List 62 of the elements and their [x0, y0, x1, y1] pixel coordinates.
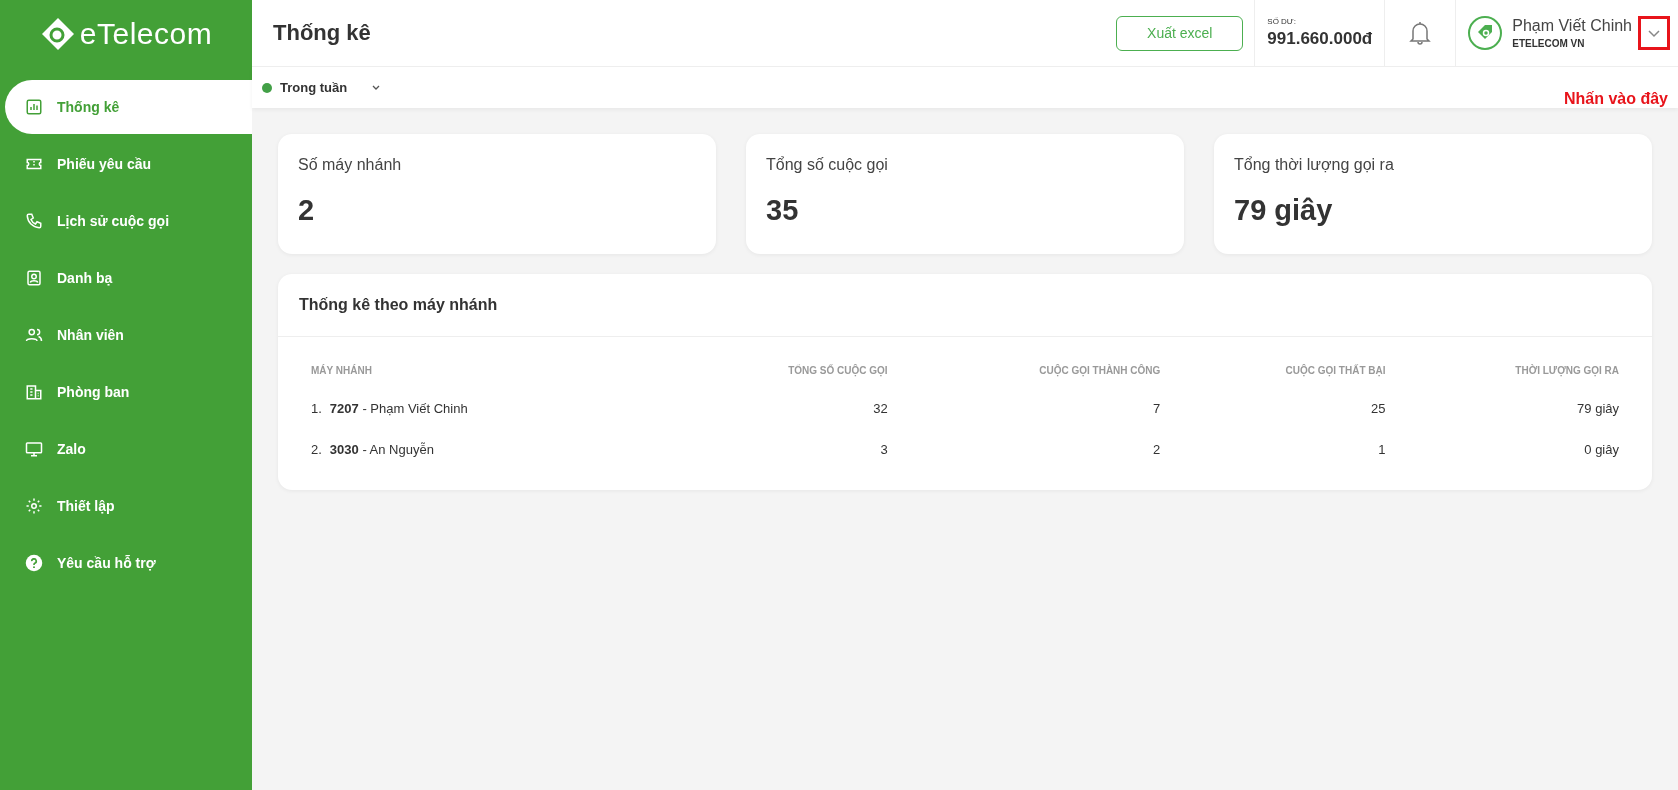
stat-label: Tổng số cuộc gọi [766, 156, 889, 174]
balance-value: 991.660.000đ [1267, 29, 1373, 49]
extension-cell: 7207 - Phạm Viết Chinh [329, 401, 468, 416]
annotation-text: Nhấn vào đây [1563, 90, 1668, 108]
table-cell-text: 3 [879, 441, 888, 459]
nav-item[interactable]: Yêu cầu hỗ trợ [5, 536, 252, 590]
avatar [1468, 16, 1503, 50]
nav-item[interactable]: Phòng ban [5, 365, 252, 419]
row-index: 1. [311, 401, 322, 416]
settings-icon [25, 497, 43, 515]
stat-label: Số máy nhánh [298, 156, 403, 174]
period-filter[interactable]: Trong tuần [262, 80, 382, 95]
table-title: Thống kê theo máy nhánh [278, 274, 1652, 337]
nav-item[interactable]: Phiếu yêu cầu [5, 137, 252, 191]
bar-chart-icon [25, 98, 43, 116]
logo-text: eTelecom [79, 17, 213, 51]
nav-item[interactable]: Zalo [5, 422, 252, 476]
balance-label: SỐ DƯ: [1267, 17, 1296, 26]
nav-item[interactable]: Danh bạ [5, 251, 252, 305]
nav-item[interactable]: Thiết lập [5, 479, 252, 533]
nav-label: Yêu cầu hỗ trợ [57, 555, 156, 571]
page-title: Thống kê [272, 20, 372, 46]
table-cell: 1 [1160, 429, 1386, 470]
column-header: CUỘC GỌI THÀNH CÔNG [1038, 363, 1161, 379]
nav-label: Zalo [57, 441, 86, 457]
building-icon [25, 383, 43, 401]
nav-label: Lịch sử cuộc gọi [57, 213, 170, 229]
export-button[interactable]: Xuất excel [1116, 15, 1244, 51]
notification-bell-icon[interactable] [1409, 21, 1432, 45]
row-index: 2. [311, 442, 322, 457]
monitor-icon [25, 440, 43, 458]
table-cell-text: 0 giây [1583, 441, 1619, 459]
nav-label: Danh bạ [57, 270, 113, 286]
contact-card-icon [25, 269, 43, 287]
column-header: MÁY NHÁNH [311, 363, 373, 378]
column-header: CUỘC GỌI THẤT BẠI [1160, 353, 1386, 388]
nav-label: Thống kê [57, 99, 120, 115]
people-icon [25, 326, 43, 344]
table-cell-text: 32 [872, 400, 888, 418]
nav-label: Nhân viên [57, 327, 124, 343]
nav-item[interactable]: Nhân viên [5, 308, 252, 362]
column-header: TỔNG SỐ CUỘC GỌI [787, 363, 888, 379]
table-cell: 2 [887, 429, 1161, 470]
stat-value: 2 [298, 194, 316, 227]
nav-item[interactable]: Lịch sử cuộc gọi [5, 194, 252, 248]
extension-cell: 3030 - An Nguyễn [329, 442, 434, 457]
user-name: Phạm Viết Chinh [1512, 17, 1632, 35]
table-cell-text: 79 giây [1576, 400, 1619, 418]
nav-label: Phiếu yêu cầu [57, 156, 152, 172]
column-header: THỜI LƯỢNG GỌI RA [1514, 363, 1619, 379]
company-name: ETELECOM VN [1512, 38, 1586, 49]
stat-value: 79 giây [1234, 194, 1334, 227]
dropdown-button[interactable] [1638, 16, 1670, 50]
nav-item[interactable]: Thống kê [5, 80, 252, 134]
table-cell: 7 [887, 388, 1161, 429]
help-icon [25, 554, 43, 572]
stat-value: 35 [766, 194, 800, 227]
table-cell: 25 [1160, 388, 1386, 429]
nav-label: Thiết lập [57, 498, 115, 514]
nav-label: Phòng ban [57, 384, 130, 400]
phone-icon [25, 212, 43, 230]
stat-label: Tổng thời lượng gọi ra [1234, 156, 1395, 174]
